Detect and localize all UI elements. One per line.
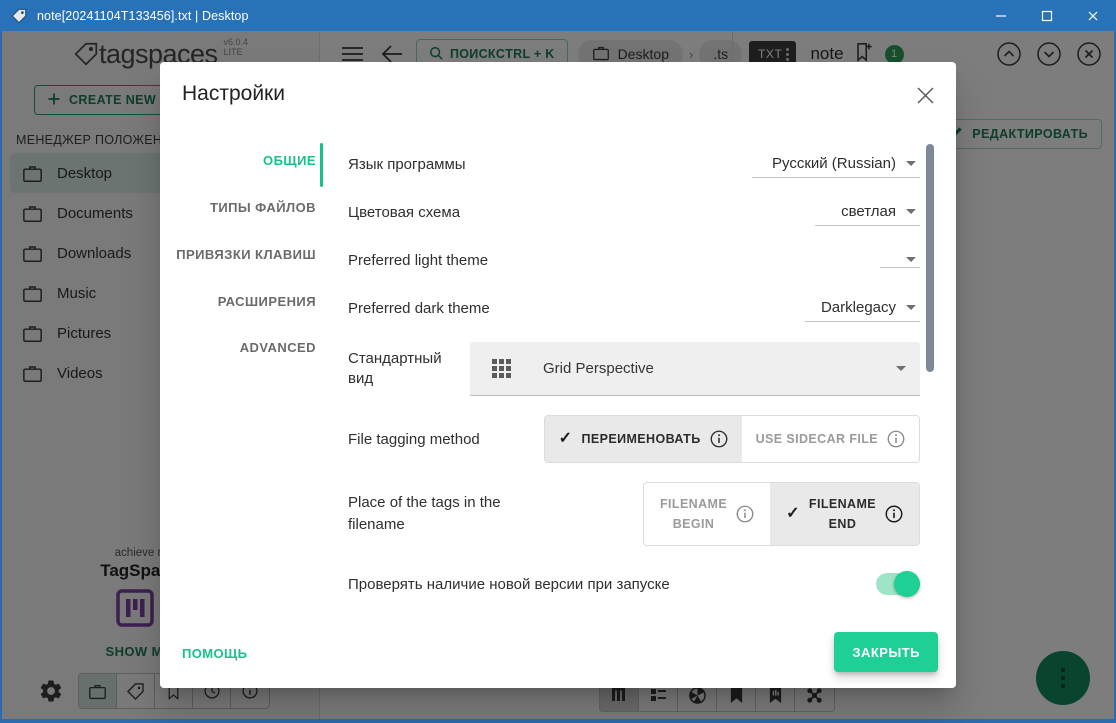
close-icon[interactable] — [908, 78, 942, 112]
default-view-value: Grid Perspective — [543, 360, 654, 377]
active-tab-indicator — [320, 143, 323, 187]
check-updates-toggle[interactable] — [876, 571, 920, 597]
chevron-down-icon — [896, 366, 906, 371]
settings-dialog: Настройки ОБЩИЕ ТИПЫ ФАЙЛОВ ПРИВЯЗКИ КЛА… — [160, 62, 956, 688]
color-scheme-value: светлая — [841, 202, 896, 220]
info-icon[interactable] — [710, 430, 728, 448]
maximize-icon[interactable] — [1024, 0, 1070, 31]
default-view-select[interactable]: Grid Perspective — [470, 342, 920, 396]
setting-row-tagging-method: File tagging method ✓ ПЕРЕИМЕНОВАТЬ USE … — [348, 406, 920, 472]
language-select[interactable]: Русский (Russian) — [752, 151, 920, 178]
tab-advanced[interactable]: ADVANCED — [160, 325, 328, 372]
chevron-down-icon — [906, 160, 916, 166]
info-icon[interactable] — [736, 505, 754, 523]
window-titlebar: note[20241104T133456].txt | Desktop — [0, 0, 1116, 31]
option-label-line1: FILENAME — [660, 497, 728, 511]
option-label: USE SIDECAR FILE — [755, 432, 878, 446]
setting-row-tag-place: Place of the tags in the filename FILENA… — [348, 472, 920, 556]
tagging-method-toggle-group: ✓ ПЕРЕИМЕНОВАТЬ USE SIDECAR FILE — [543, 415, 920, 463]
tagging-method-rename-option[interactable]: ✓ ПЕРЕИМЕНОВАТЬ — [544, 416, 742, 462]
window-controls — [978, 0, 1116, 31]
setting-label: Цветовая схема — [348, 203, 461, 221]
chevron-down-icon — [906, 208, 916, 214]
info-icon[interactable] — [887, 430, 905, 448]
dialog-body: ОБЩИЕ ТИПЫ ФАЙЛОВ ПРИВЯЗКИ КЛАВИШ РАСШИР… — [160, 128, 956, 618]
dialog-header: Настройки — [160, 62, 956, 128]
light-theme-select[interactable] — [880, 253, 920, 268]
dialog-title: Настройки — [182, 82, 285, 105]
setting-label: Стандартный вид — [348, 349, 442, 387]
settings-scrollbar[interactable] — [926, 144, 934, 372]
application-window: note[20241104T133456].txt | Desktop Наст… — [0, 0, 1116, 723]
dark-theme-select[interactable]: Darklegacy — [805, 295, 920, 322]
option-label-line2: END — [828, 517, 857, 531]
tab-extensions[interactable]: РАСШИРЕНИЯ — [160, 279, 328, 326]
setting-row-check-updates: Проверять наличие новой версии при запус… — [348, 556, 920, 612]
check-icon: ✓ — [558, 430, 573, 447]
setting-label: Проверять наличие новой версии при запус… — [348, 575, 670, 593]
tagging-method-sidecar-option[interactable]: USE SIDECAR FILE — [741, 416, 919, 462]
setting-row-dark-theme: Preferred dark theme Darklegacy — [348, 284, 920, 332]
option-label-line1: FILENAME — [808, 497, 876, 511]
tag-place-begin-option[interactable]: FILENAME BEGIN — [644, 483, 771, 545]
dark-theme-value: Darklegacy — [820, 298, 896, 316]
color-scheme-select[interactable]: светлая — [815, 199, 920, 226]
check-icon: ✓ — [786, 505, 800, 522]
help-link[interactable]: ПОМОЩЬ — [182, 646, 247, 661]
setting-label: Place of the tags in the filename — [348, 493, 501, 534]
setting-row-color-scheme: Цветовая схема светлая — [348, 188, 920, 236]
tab-file-types[interactable]: ТИПЫ ФАЙЛОВ — [160, 185, 328, 232]
tab-general[interactable]: ОБЩИЕ — [160, 138, 328, 185]
setting-row-language: Язык программы Русский (Russian) — [348, 140, 920, 188]
dialog-close-button[interactable]: ЗАКРЫТЬ — [834, 632, 938, 672]
dialog-footer: ПОМОЩЬ ЗАКРЫТЬ — [160, 618, 956, 688]
window-title: note[20241104T133456].txt | Desktop — [37, 8, 249, 23]
chevron-down-icon — [906, 256, 916, 262]
tag-place-end-option[interactable]: ✓ FILENAME END — [770, 483, 919, 545]
setting-row-light-theme: Preferred light theme — [348, 236, 920, 284]
grid-icon — [492, 359, 511, 378]
settings-content: Язык программы Русский (Russian) Цветова… — [328, 128, 956, 618]
minimize-icon[interactable] — [978, 0, 1024, 31]
settings-tabs: ОБЩИЕ ТИПЫ ФАЙЛОВ ПРИВЯЗКИ КЛАВИШ РАСШИР… — [160, 128, 328, 618]
setting-label: File tagging method — [348, 430, 480, 448]
setting-row-default-view: Стандартный вид Grid Perspective — [348, 332, 920, 406]
close-icon[interactable] — [1070, 0, 1116, 31]
toggle-knob — [894, 571, 920, 597]
info-icon[interactable] — [885, 505, 903, 523]
option-label: ПЕРЕИМЕНОВАТЬ — [581, 432, 701, 446]
setting-label: Preferred light theme — [348, 251, 489, 269]
language-value: Русский (Russian) — [771, 154, 896, 172]
setting-label: Preferred dark theme — [348, 299, 490, 317]
chevron-down-icon — [906, 304, 916, 310]
tag-icon — [10, 7, 28, 25]
option-label-line2: BEGIN — [672, 517, 715, 531]
setting-label: Язык программы — [348, 155, 466, 173]
tag-place-toggle-group: FILENAME BEGIN ✓ FILENAME END — [643, 482, 920, 546]
tab-key-bindings[interactable]: ПРИВЯЗКИ КЛАВИШ — [160, 232, 328, 279]
